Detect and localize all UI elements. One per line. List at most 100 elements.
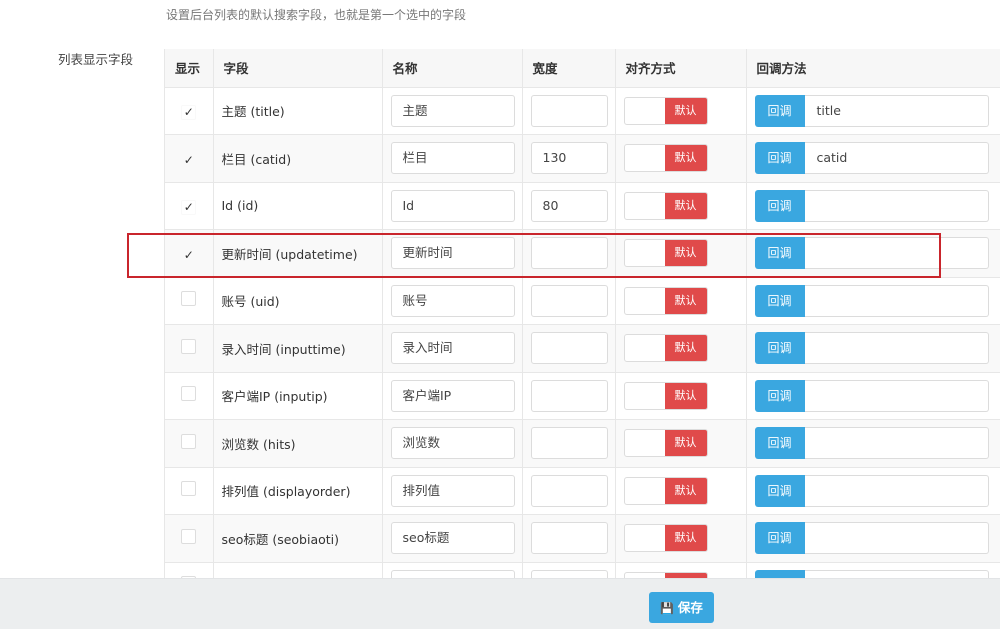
save-button[interactable]: 💾 保存 (649, 592, 714, 623)
show-checkbox[interactable] (181, 434, 196, 449)
field-cell: 栏目 (catid) (213, 135, 382, 183)
field-cell: 账号 (uid) (213, 277, 382, 325)
table-row: 录入时间 (inputtime) 录入时间 默认 回调 (165, 325, 1000, 373)
footer-bar: 💾 保存 (0, 578, 1000, 629)
callback-input[interactable]: title (805, 95, 989, 127)
table-header: 显示 字段 名称 宽度 对齐方式 回调方法 (165, 49, 1000, 87)
align-toggle[interactable]: 默认 (624, 429, 708, 457)
default-label: 默认 (665, 240, 707, 266)
callback-input[interactable]: catid (805, 142, 989, 174)
callback-group: 回调title (755, 95, 1000, 127)
callback-input[interactable] (805, 332, 989, 364)
align-toggle[interactable]: 默认 (624, 477, 708, 505)
align-toggle[interactable]: 默认 (624, 334, 708, 362)
name-input[interactable]: 账号 (391, 285, 515, 317)
default-label: 默认 (665, 383, 707, 409)
callback-input[interactable] (805, 380, 989, 412)
default-label: 默认 (665, 98, 707, 124)
name-input[interactable]: Id (391, 190, 515, 222)
header-field: 字段 (213, 49, 382, 87)
header-name: 名称 (382, 49, 522, 87)
show-checkbox[interactable] (181, 291, 196, 306)
align-toggle[interactable]: 默认 (624, 144, 708, 172)
callback-group: 回调 (755, 285, 1000, 317)
width-input[interactable]: 80 (531, 190, 608, 222)
name-input[interactable]: 栏目 (391, 142, 515, 174)
callback-button[interactable]: 回调 (755, 95, 805, 127)
header-width: 宽度 (522, 49, 615, 87)
default-label: 默认 (665, 288, 707, 314)
callback-group: 回调 (755, 522, 1000, 554)
width-input[interactable] (531, 427, 608, 459)
default-label: 默认 (665, 335, 707, 361)
callback-button[interactable]: 回调 (755, 142, 805, 174)
callback-button[interactable]: 回调 (755, 380, 805, 412)
callback-button[interactable]: 回调 (755, 522, 805, 554)
save-icon: 💾 (660, 593, 674, 624)
align-toggle[interactable]: 默认 (624, 524, 708, 552)
width-input[interactable] (531, 95, 608, 127)
callback-button[interactable]: 回调 (755, 427, 805, 459)
name-input[interactable]: 更新时间 (391, 237, 515, 269)
align-toggle[interactable]: 默认 (624, 382, 708, 410)
callback-group: 回调 (755, 190, 1000, 222)
table-row: ✓ Id (id) Id 80 默认 回调 (165, 182, 1000, 230)
callback-input[interactable] (805, 475, 989, 507)
default-label: 默认 (665, 478, 707, 504)
field-cell: Id (id) (213, 182, 382, 230)
callback-input[interactable] (805, 522, 989, 554)
header-callback: 回调方法 (746, 49, 1000, 87)
name-input[interactable]: 浏览数 (391, 427, 515, 459)
field-cell: 录入时间 (inputtime) (213, 325, 382, 373)
default-label: 默认 (665, 525, 707, 551)
field-cell: seo标题 (seobiaoti) (213, 515, 382, 563)
callback-input[interactable] (805, 285, 989, 317)
header-show: 显示 (165, 49, 213, 87)
field-cell: 浏览数 (hits) (213, 420, 382, 468)
name-input[interactable]: 客户端IP (391, 380, 515, 412)
callback-input[interactable] (805, 190, 989, 222)
width-input[interactable] (531, 285, 608, 317)
show-checkbox[interactable] (181, 529, 196, 544)
align-toggle[interactable]: 默认 (624, 192, 708, 220)
width-input[interactable] (531, 237, 608, 269)
callback-button[interactable]: 回调 (755, 285, 805, 317)
align-toggle[interactable]: 默认 (624, 287, 708, 315)
width-input[interactable]: 130 (531, 142, 608, 174)
callback-button[interactable]: 回调 (755, 475, 805, 507)
table-row: 浏览数 (hits) 浏览数 默认 回调 (165, 420, 1000, 468)
name-input[interactable]: 录入时间 (391, 332, 515, 364)
width-input[interactable] (531, 332, 608, 364)
width-input[interactable] (531, 380, 608, 412)
align-toggle[interactable]: 默认 (624, 97, 708, 125)
callback-button[interactable]: 回调 (755, 190, 805, 222)
width-input[interactable] (531, 475, 608, 507)
callback-group: 回调 (755, 427, 1000, 459)
align-toggle[interactable]: 默认 (624, 239, 708, 267)
show-checkbox[interactable] (181, 339, 196, 354)
table-row: ✓ 主题 (title) 主题 默认 回调title (165, 87, 1000, 135)
show-checkbox[interactable]: ✓ (181, 153, 196, 168)
show-checkbox[interactable]: ✓ (181, 248, 196, 263)
callback-input[interactable] (805, 427, 989, 459)
callback-button[interactable]: 回调 (755, 332, 805, 364)
fields-table-container: 显示 字段 名称 宽度 对齐方式 回调方法 ✓ 主题 (title) 主题 默认… (164, 49, 1000, 579)
width-input[interactable] (531, 522, 608, 554)
show-checkbox[interactable]: ✓ (181, 200, 196, 215)
default-label: 默认 (665, 145, 707, 171)
name-input[interactable]: 排列值 (391, 475, 515, 507)
show-checkbox[interactable] (181, 386, 196, 401)
name-input[interactable]: seo标题 (391, 522, 515, 554)
field-cell: 排列值 (displayorder) (213, 467, 382, 515)
callback-input[interactable] (805, 237, 989, 269)
fields-table: 显示 字段 名称 宽度 对齐方式 回调方法 ✓ 主题 (title) 主题 默认… (165, 49, 1000, 579)
show-checkbox[interactable] (181, 481, 196, 496)
name-input[interactable]: 主题 (391, 95, 515, 127)
show-checkbox[interactable]: ✓ (181, 105, 196, 120)
default-label: 默认 (665, 430, 707, 456)
callback-group: 回调 (755, 237, 1000, 269)
callback-button[interactable]: 回调 (755, 237, 805, 269)
table-row: 账号 (uid) 账号 默认 回调 (165, 277, 1000, 325)
field-cell: 客户端IP (inputip) (213, 372, 382, 420)
save-label: 保存 (678, 600, 703, 615)
